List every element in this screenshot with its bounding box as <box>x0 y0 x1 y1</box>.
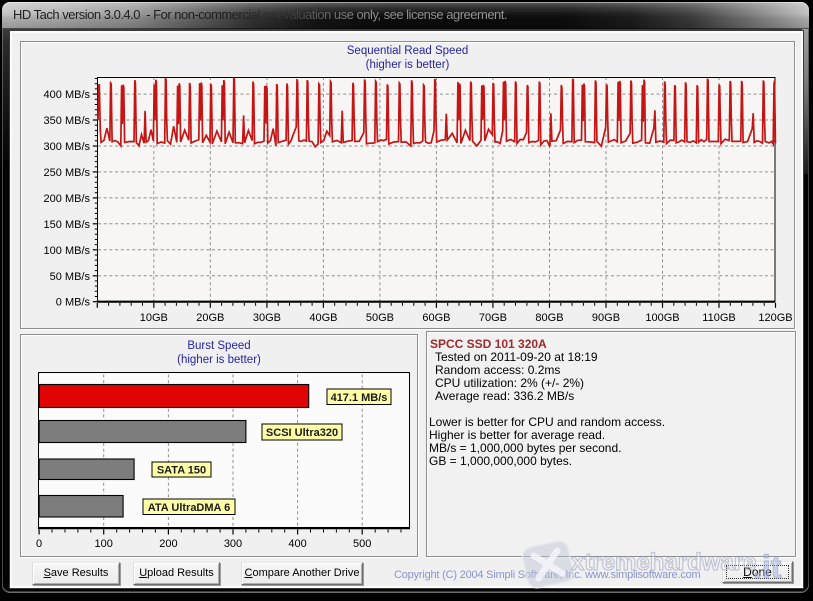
svg-text:417.1 MB/s: 417.1 MB/s <box>331 392 388 404</box>
svg-text:500: 500 <box>353 538 371 550</box>
svg-text:350 MB/s: 350 MB/s <box>44 115 91 127</box>
svg-text:30GB: 30GB <box>253 312 281 324</box>
svg-text:100: 100 <box>95 538 113 550</box>
svg-text:ATA UltraDMA 6: ATA UltraDMA 6 <box>148 502 231 514</box>
svg-text:110GB: 110GB <box>702 312 735 324</box>
svg-text:50 MB/s: 50 MB/s <box>50 271 91 283</box>
svg-text:70GB: 70GB <box>479 312 507 324</box>
svg-text:SATA 150: SATA 150 <box>157 465 206 477</box>
svg-text:0 MB/s: 0 MB/s <box>56 297 91 309</box>
svg-text:80GB: 80GB <box>535 312 563 324</box>
svg-text:20GB: 20GB <box>196 312 224 324</box>
svg-text:200: 200 <box>159 538 177 550</box>
svg-text:10GB: 10GB <box>140 312 168 324</box>
svg-text:300 MB/s: 300 MB/s <box>44 141 91 153</box>
svg-text:60GB: 60GB <box>422 312 450 324</box>
svg-text:250 MB/s: 250 MB/s <box>44 167 91 179</box>
svg-text:40GB: 40GB <box>309 312 337 324</box>
svg-text:200 MB/s: 200 MB/s <box>44 193 91 205</box>
svg-text:0: 0 <box>36 538 42 550</box>
svg-text:300: 300 <box>224 538 242 550</box>
svg-text:120GB: 120GB <box>758 312 792 324</box>
svg-text:400 MB/s: 400 MB/s <box>44 89 91 101</box>
svg-text:90GB: 90GB <box>592 312 620 324</box>
svg-text:100GB: 100GB <box>645 312 679 324</box>
svg-text:150 MB/s: 150 MB/s <box>44 219 91 231</box>
svg-text:SCSI Ultra320: SCSI Ultra320 <box>266 427 338 439</box>
svg-text:100 MB/s: 100 MB/s <box>44 245 91 257</box>
svg-text:400: 400 <box>288 538 306 550</box>
svg-text:50GB: 50GB <box>366 312 394 324</box>
